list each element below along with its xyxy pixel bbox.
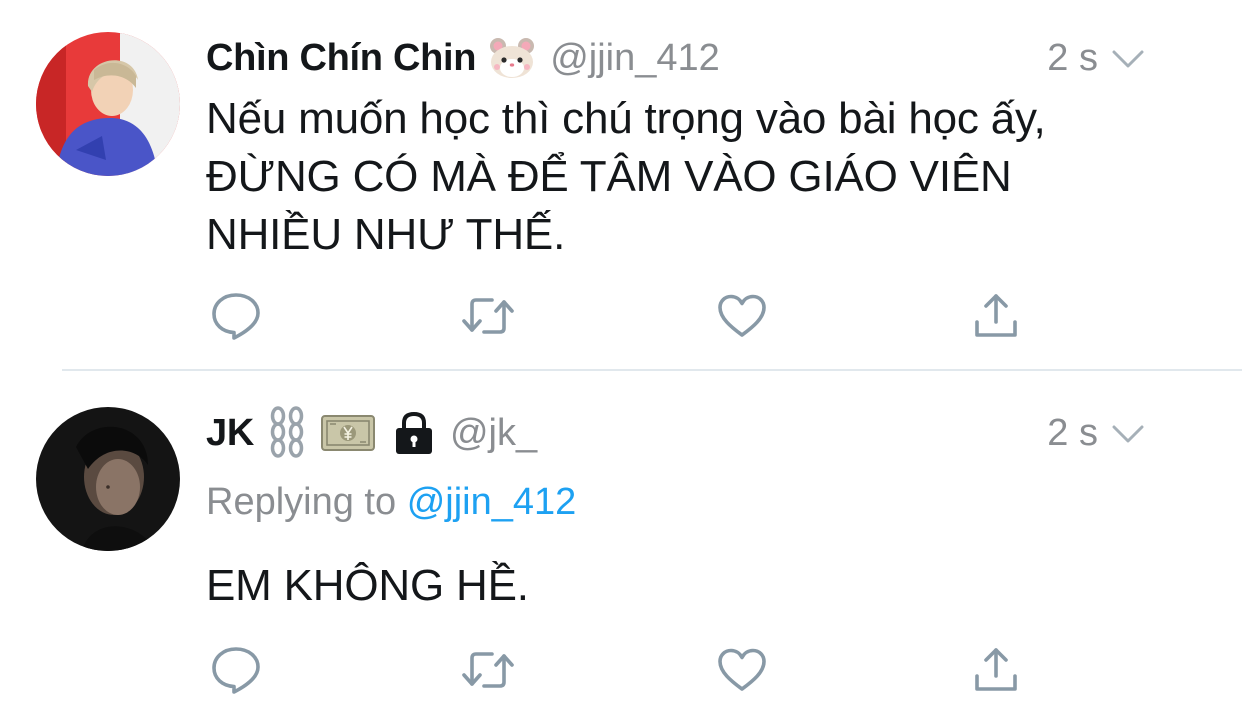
retweet-icon[interactable]	[460, 644, 516, 696]
tweet-text-line: NHIỀU NHƯ THẾ.	[206, 210, 566, 259]
tweet-header: Chìn Chín Chin @jjin_412 2 s	[206, 30, 1194, 86]
reply-mention-link[interactable]: @jjin_412	[407, 481, 577, 523]
display-name[interactable]: JK	[206, 412, 254, 455]
tweet-text-line: Nếu muốn học thì chú trọng vào bài học ấ…	[206, 94, 1046, 143]
like-icon[interactable]	[714, 290, 770, 342]
replying-to-label: Replying to	[206, 481, 397, 523]
tweet-text: Nếu muốn học thì chú trọng vào bài học ấ…	[206, 90, 1122, 264]
share-icon[interactable]	[968, 290, 1024, 342]
timestamp[interactable]: 2 s	[1047, 37, 1098, 80]
like-icon[interactable]	[714, 644, 770, 696]
avatar[interactable]	[36, 407, 180, 551]
tweet-actions	[208, 290, 1028, 342]
tweet-text: EM KHÔNG HỀ.	[206, 557, 1122, 615]
avatar[interactable]	[36, 32, 180, 176]
hamster-face-emoji	[488, 36, 536, 80]
timestamp[interactable]: 2 s	[1047, 412, 1098, 455]
retweet-icon[interactable]	[460, 290, 516, 342]
tweet-actions	[208, 644, 1028, 696]
tweet-text-line: ĐỪNG CÓ MÀ ĐỂ TÂM VÀO GIÁO VIÊN	[206, 152, 1012, 201]
share-icon[interactable]	[968, 644, 1024, 696]
chains-emoji	[266, 406, 308, 460]
yen-banknote-emoji	[320, 412, 376, 454]
tweet-text-line: EM KHÔNG HỀ.	[206, 561, 529, 610]
tweet-header: JK @jk_ 2 s	[206, 405, 1194, 461]
chevron-down-icon[interactable]	[1110, 44, 1146, 72]
display-name[interactable]: Chìn Chín Chin	[206, 37, 476, 80]
replying-to: Replying to @jjin_412	[206, 481, 576, 524]
reply-icon[interactable]	[208, 644, 264, 696]
user-handle[interactable]: @jk_	[450, 412, 537, 455]
lock-icon	[392, 410, 436, 456]
reply-icon[interactable]	[208, 290, 264, 342]
chevron-down-icon[interactable]	[1110, 419, 1146, 447]
tweet[interactable]: JK @jk_ 2 s Replying to @jjin_412 EM KHÔ…	[0, 371, 1242, 715]
tweet[interactable]: Chìn Chín Chin @jjin_412 2 s Nếu muốn họ…	[0, 0, 1242, 370]
user-handle[interactable]: @jjin_412	[550, 37, 720, 80]
